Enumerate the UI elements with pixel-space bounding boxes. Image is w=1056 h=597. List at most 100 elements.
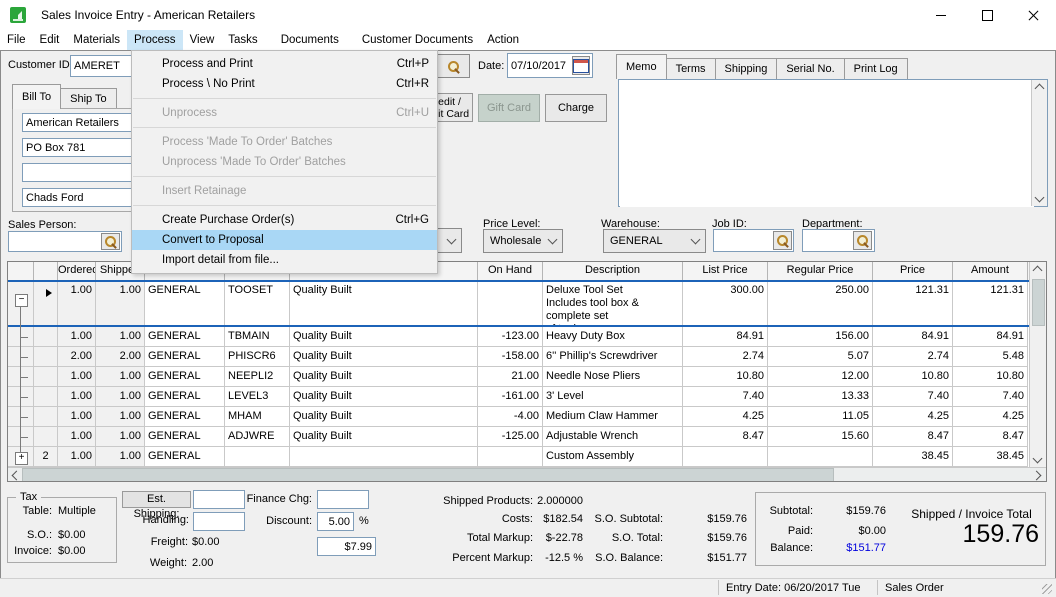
sales-person-lookup-button[interactable] [101,233,120,250]
cell-list-price[interactable]: 7.40 [683,387,768,407]
cell-amount[interactable]: 10.80 [953,367,1028,387]
cell-on-hand[interactable]: -158.00 [478,347,543,367]
cell-vendor[interactable] [290,447,478,467]
grid-row[interactable]: 1.001.00GENERALTBMAINQuality Built-123.0… [8,327,1030,347]
cell-on-hand[interactable] [478,447,543,467]
cell-amount[interactable]: 5.48 [953,347,1028,367]
cell-shipped[interactable]: 1.00 [96,327,145,347]
resize-grip-icon[interactable] [1042,584,1052,594]
col-header-list-price[interactable]: List Price [683,262,768,280]
cell-vendor[interactable]: Quality Built [290,282,478,325]
grid-row[interactable]: 1.001.00GENERALNEEPLI2Quality Built21.00… [8,367,1030,387]
memo-scrollbar[interactable] [1031,80,1047,206]
cell-on-hand[interactable]: -125.00 [478,427,543,447]
row-indicator-cell[interactable] [34,282,58,325]
cell-warehouse[interactable]: GENERAL [145,387,225,407]
scroll-up-icon[interactable] [1033,80,1047,94]
cell-ordered[interactable]: 1.00 [58,327,96,347]
cell-regular-price[interactable]: 13.33 [768,387,873,407]
menu-item-create-purchase-order-s[interactable]: Create Purchase Order(s)Ctrl+G [132,210,437,230]
shipping-amount-input[interactable] [317,537,376,556]
cell-price[interactable]: 8.47 [873,427,953,447]
grid-row[interactable]: 21.001.00GENERALCustom Assembly38.4538.4… [8,447,1030,467]
job-id-lookup-button[interactable] [773,231,792,250]
menu-item-process-no-print[interactable]: Process \ No PrintCtrl+R [132,74,437,94]
cell-description[interactable]: Custom Assembly [543,447,683,467]
tab-serial-no[interactable]: Serial No. [776,58,844,79]
cell-vendor[interactable]: Quality Built [290,347,478,367]
cell-description[interactable]: 3' Level [543,387,683,407]
cell-warehouse[interactable]: GENERAL [145,347,225,367]
cell-part[interactable]: TOOSET [225,282,290,325]
scroll-down-icon[interactable] [1030,453,1044,467]
cell-warehouse[interactable]: GENERAL [145,282,225,325]
cell-shipped[interactable]: 1.00 [96,447,145,467]
grid-row[interactable]: 1.001.00GENERALMHAMQuality Built-4.00Med… [8,407,1030,427]
row-indicator-cell[interactable]: 2 [34,447,58,467]
scroll-left-icon[interactable] [8,468,22,482]
row-indicator-cell[interactable] [34,387,58,407]
close-button[interactable] [1010,0,1056,30]
cell-warehouse[interactable]: GENERAL [145,327,225,347]
tab-print-log[interactable]: Print Log [844,58,908,79]
cell-price[interactable]: 7.40 [873,387,953,407]
tree-cell[interactable] [8,407,34,427]
department-lookup-button[interactable] [853,231,872,250]
menubar-item-customer-documents[interactable]: Customer Documents [355,30,480,50]
tree-cell[interactable] [8,427,34,447]
cell-warehouse[interactable]: GENERAL [145,447,225,467]
tree-cell[interactable] [8,327,34,347]
row-indicator-cell[interactable] [34,347,58,367]
menubar-item-process[interactable]: Process [127,30,183,50]
cell-vendor[interactable]: Quality Built [290,367,478,387]
cell-shipped[interactable]: 1.00 [96,282,145,325]
cell-list-price[interactable]: 4.25 [683,407,768,427]
cell-regular-price[interactable]: 12.00 [768,367,873,387]
cell-description[interactable]: Deluxe Tool Set Includes tool box & comp… [543,282,683,325]
grid-horizontal-scrollbar[interactable] [8,467,1046,482]
cell-warehouse[interactable]: GENERAL [145,367,225,387]
cell-amount[interactable]: 84.91 [953,327,1028,347]
scrollbar-thumb[interactable] [1032,279,1045,326]
grid-row[interactable]: 2.002.00GENERALPHISCR6Quality Built-158.… [8,347,1030,367]
tab-terms[interactable]: Terms [666,58,716,79]
cell-regular-price[interactable]: 15.60 [768,427,873,447]
grid-vertical-scrollbar[interactable] [1029,262,1046,467]
expand-kit-icon[interactable]: + [15,452,28,465]
col-header-ordered[interactable]: Ordered [58,262,96,280]
grid-row[interactable]: 1.001.00GENERALLEVEL3Quality Built-161.0… [8,387,1030,407]
cell-shipped[interactable]: 2.00 [96,347,145,367]
scroll-right-icon[interactable] [1030,468,1044,482]
menu-item-unprocess-made-to-order-batches[interactable]: Unprocess 'Made To Order' Batches [132,152,437,172]
cell-part[interactable]: MHAM [225,407,290,427]
cell-regular-price[interactable]: 11.05 [768,407,873,427]
warehouse-combo[interactable]: GENERAL [603,229,706,253]
cell-amount[interactable]: 4.25 [953,407,1028,427]
cell-description[interactable]: Heavy Duty Box [543,327,683,347]
collapse-kit-icon[interactable]: − [15,294,28,307]
tab-bill-to[interactable]: Bill To [12,84,61,109]
memo-textarea[interactable] [620,81,1034,207]
menubar-item-documents[interactable]: Documents [274,30,346,50]
cell-regular-price[interactable]: 250.00 [768,282,873,325]
cell-vendor[interactable]: Quality Built [290,327,478,347]
col-header-row-indicator[interactable] [34,262,58,280]
cell-list-price[interactable]: 84.91 [683,327,768,347]
tree-cell[interactable] [8,387,34,407]
cell-list-price[interactable]: 2.74 [683,347,768,367]
cell-price[interactable]: 84.91 [873,327,953,347]
date-picker-button[interactable] [572,56,590,75]
cell-regular-price[interactable] [768,447,873,467]
col-header-regular-price[interactable]: Regular Price [768,262,873,280]
cell-amount[interactable]: 38.45 [953,447,1028,467]
tab-memo[interactable]: Memo [616,54,667,79]
menubar-item-tasks[interactable]: Tasks [221,30,264,50]
row-indicator-cell[interactable] [34,407,58,427]
cell-regular-price[interactable]: 156.00 [768,327,873,347]
cell-ordered[interactable]: 1.00 [58,407,96,427]
cell-price[interactable]: 121.31 [873,282,953,325]
cell-vendor[interactable]: Quality Built [290,387,478,407]
cell-list-price[interactable]: 8.47 [683,427,768,447]
col-header-on-hand[interactable]: On Hand [478,262,543,280]
cell-price[interactable]: 38.45 [873,447,953,467]
